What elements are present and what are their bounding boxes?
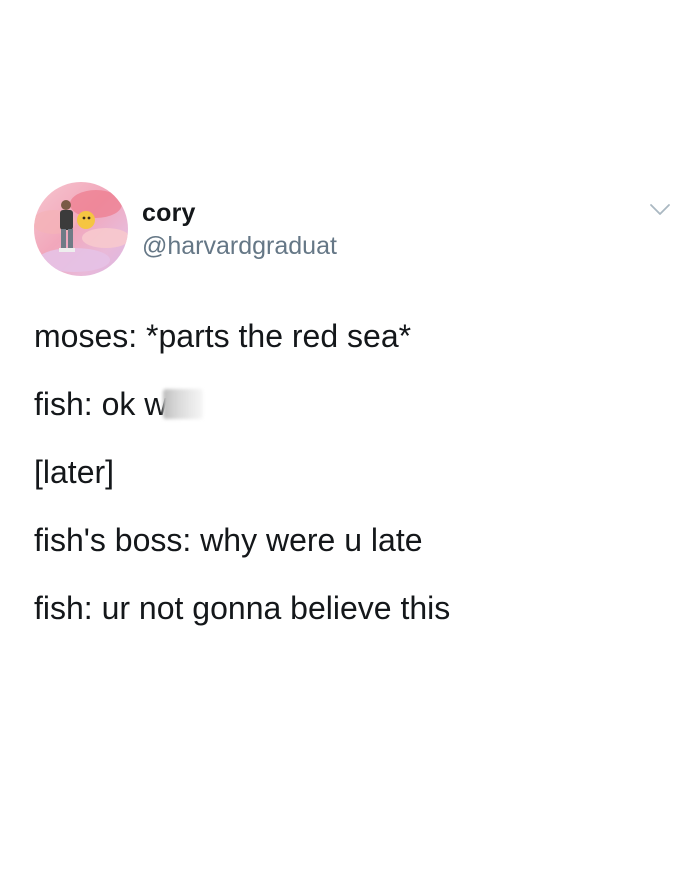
tweet-line: moses: *parts the red sea*: [34, 318, 412, 354]
blurred-word: [163, 389, 204, 419]
tweet-line-text: fish: ok w: [34, 386, 168, 422]
avatar[interactable]: [34, 182, 128, 276]
tweet-line: [later]: [34, 454, 115, 490]
tweet-line: fish's boss: why were u late: [34, 522, 423, 558]
user-handle[interactable]: @harvardgraduat: [142, 230, 337, 262]
display-name[interactable]: cory: [142, 198, 337, 228]
tweet-line-redacted: fish: ok w: [34, 384, 674, 424]
tweet-line: fish: ur not gonna believe this: [34, 590, 451, 626]
profile-avatar-image: [34, 182, 128, 276]
tweet-header: cory @harvardgraduat: [34, 182, 674, 276]
author-info: cory @harvardgraduat: [142, 198, 337, 262]
tweet-text: moses: *parts the red sea* fish: ok w [l…: [34, 316, 674, 656]
tweet-screenshot: cory @harvardgraduat moses: *parts the r…: [0, 0, 700, 875]
chevron-down-icon[interactable]: [648, 202, 672, 218]
